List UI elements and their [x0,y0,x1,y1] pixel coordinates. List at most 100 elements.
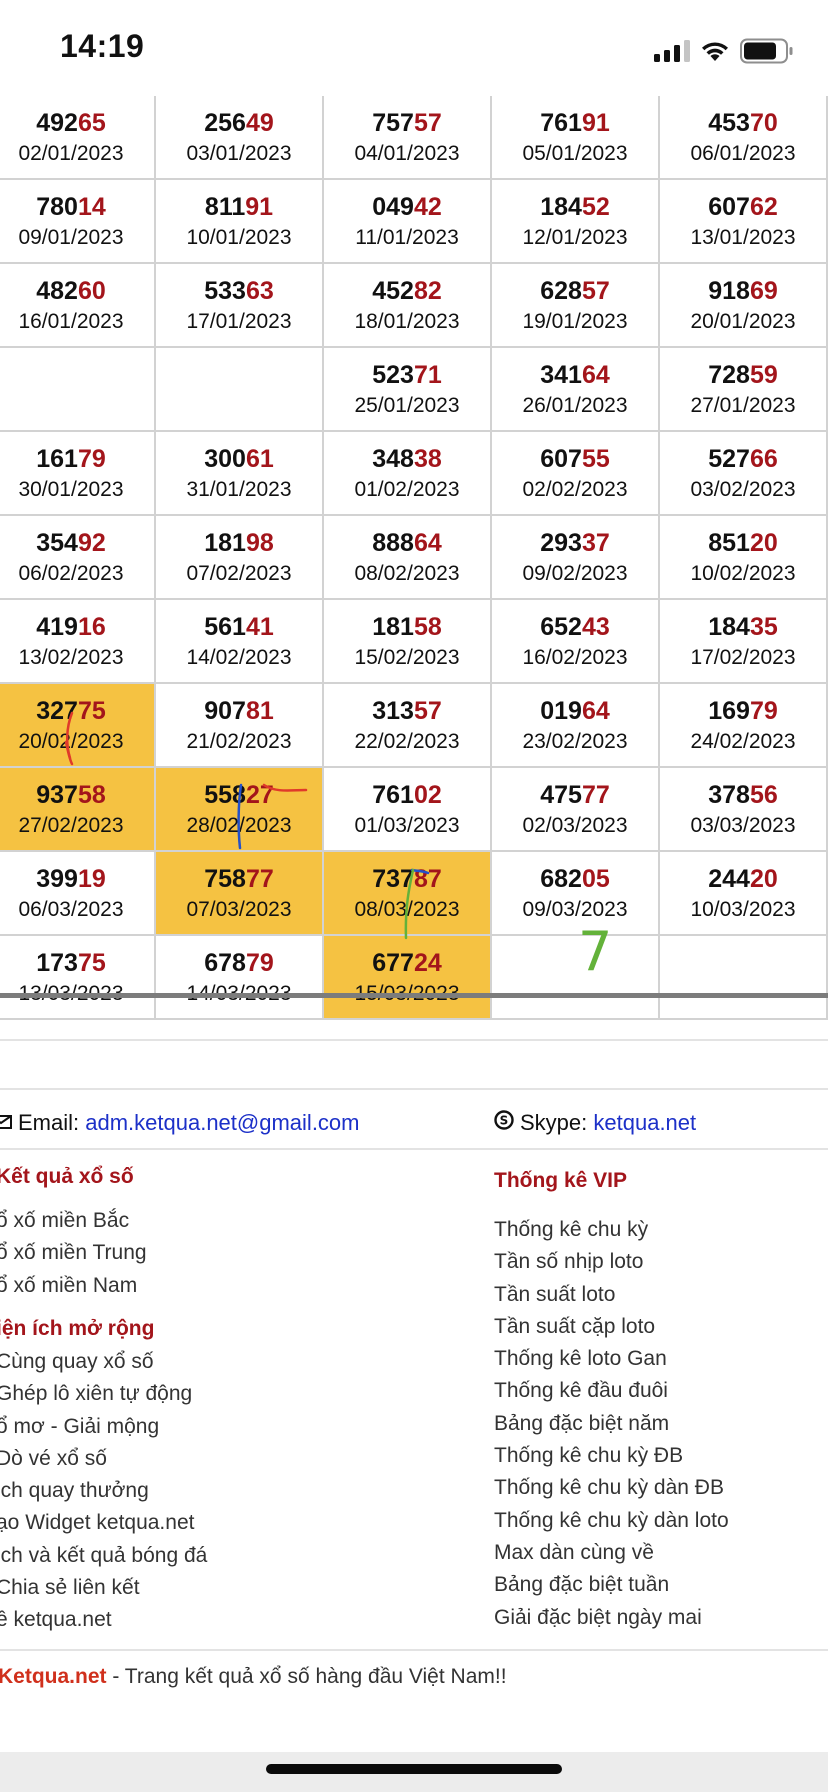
result-number-head: 851 [708,528,750,557]
result-cell: 56141 14/02/2023 [156,600,324,682]
result-number-head: 561 [204,612,246,641]
footer-link[interactable]: Thống kê chu kỳ dàn ĐB [494,1472,729,1504]
result-date: 19/01/2023 [522,309,628,333]
result-number: 52766 [708,444,778,474]
footer-link[interactable]: ổ xố miền Nam [0,1270,147,1302]
result-cell: 01964 23/02/2023 [492,684,660,766]
result-number: 60762 [708,192,778,222]
result-cell: 16179 30/01/2023 [0,432,156,514]
footer-link[interactable]: ổ xố miền Bắc [0,1205,147,1237]
result-number-tail: 05 [581,864,610,893]
footer-link[interactable]: Bảng đặc biệt tuần [494,1569,729,1601]
result-number-head: 780 [36,192,78,221]
result-cell: 18435 17/02/2023 [660,600,828,682]
result-cell: 34838 01/02/2023 [324,432,492,514]
result-number-tail: 35 [749,612,778,641]
result-number: 30061 [204,444,274,474]
result-number-head: 482 [36,276,78,305]
email-label: Email: [18,1110,80,1135]
footer-link[interactable]: ịch quay thưởng [0,1475,207,1507]
table-row: 93758 27/02/2023 55827 28/02/2023 76102 01/03… [0,768,828,852]
result-number-tail: 79 [749,696,778,725]
result-cell: 49265 02/01/2023 [0,96,156,178]
table-row: 52371 25/01/2023 34164 26/01/2023 72859 27/01… [0,348,828,432]
footer-link[interactable]: Max dàn cùng về [494,1537,729,1569]
result-number: 18435 [708,612,778,642]
result-number-tail: 58 [77,780,106,809]
result-number: 72859 [708,360,778,390]
result-date: 22/02/2023 [354,729,460,753]
footer-utility-links: Cùng quay xổ số Ghép lô xiên tự động ổ mơ … [0,1346,207,1637]
footer-link[interactable]: ịch và kết quả bóng đá [0,1540,207,1572]
result-number: 18198 [204,528,274,558]
results-table: 49265 02/01/2023 25649 03/01/2023 75757 04/01… [0,96,828,1020]
result-number-head: 327 [36,696,78,725]
result-cell: 88864 08/02/2023 [324,516,492,598]
skype-link[interactable]: ketqua.net [593,1110,696,1136]
result-cell: 60762 13/01/2023 [660,180,828,262]
footer-link[interactable]: ổ mơ - Giải mộng [0,1411,207,1443]
email-link[interactable]: adm.ketqua.net@gmail.com [85,1110,359,1136]
result-number-tail: 42 [413,192,442,221]
result-cell: 29337 09/02/2023 [492,516,660,598]
result-number-tail: 14 [77,192,106,221]
footer-link[interactable]: Tần suất loto [494,1279,729,1311]
footer-link[interactable]: Giải đặc biệt ngày mai [494,1602,729,1634]
footer-results-links: ổ xố miền Bắc ổ xố miền Trung ổ xố miền Na… [0,1205,147,1302]
result-cell: 31357 22/02/2023 [324,684,492,766]
result-number-head: 181 [204,528,246,557]
result-cell: 85120 10/02/2023 [660,516,828,598]
footer-link[interactable]: ề ketqua.net [0,1604,207,1636]
site-brand-link[interactable]: Ketqua.net [0,1665,107,1688]
footer-link[interactable]: Dò vé xổ số [0,1443,207,1475]
result-number-tail: 41 [245,612,274,641]
footer-link[interactable]: Ghép lô xiên tự động [0,1378,207,1410]
footer-link[interactable]: Tần suất cặp loto [494,1311,729,1343]
result-date: 23/02/2023 [522,729,628,753]
footer-link[interactable]: Thống kê chu kỳ dàn loto [494,1505,729,1537]
footer-link[interactable]: Thống kê chu kỳ [494,1214,729,1246]
result-cell [156,348,324,430]
result-number-head: 527 [708,444,750,473]
envelope-icon [0,1110,12,1136]
footer-link[interactable]: Tần số nhịp loto [494,1246,729,1278]
divider [0,1088,828,1090]
result-date: 02/03/2023 [522,813,628,837]
footer-heading-results: Kết quả xổ số [0,1165,134,1188]
footer-link[interactable]: Cùng quay xổ số [0,1346,207,1378]
home-indicator[interactable] [266,1764,562,1774]
result-cell-highlighted: 93758 27/02/2023 [0,768,156,850]
footer-link[interactable]: Bảng đặc biệt năm [494,1408,729,1440]
result-cell-highlighted: 55827 28/02/2023 [156,768,324,850]
result-number: 39919 [36,864,106,894]
result-number-head: 761 [540,108,582,137]
footer-link[interactable]: Thống kê loto Gan [494,1343,729,1375]
result-number-tail: 57 [581,276,610,305]
result-number-head: 758 [204,864,246,893]
result-date: 18/01/2023 [354,309,460,333]
result-cell: 62857 19/01/2023 [492,264,660,346]
result-number: 75877 [204,864,274,894]
result-date: 12/01/2023 [522,225,628,249]
result-number: 68205 [540,864,610,894]
result-number-head: 475 [540,780,582,809]
result-number-tail: 55 [581,444,610,473]
result-cell: 18158 15/02/2023 [324,600,492,682]
email-contact: Email: adm.ketqua.net@gmail.com [0,1106,360,1140]
footer-link[interactable]: Thống kê đầu đuôi [494,1375,729,1407]
result-number-tail: 98 [245,528,274,557]
result-cell: 72859 27/01/2023 [660,348,828,430]
result-date: 27/01/2023 [690,393,796,417]
result-number-head: 452 [372,276,414,305]
footer-link[interactable]: Chia sẻ liên kết [0,1572,207,1604]
result-number: 04942 [372,192,442,222]
result-number-tail: 63 [245,276,274,305]
result-number-head: 757 [372,108,414,137]
result-cell-highlighted: 73787 08/03/2023 [324,852,492,934]
footer-link[interactable]: Thống kê chu kỳ ĐB [494,1440,729,1472]
footer-link[interactable]: ạo Widget ketqua.net [0,1507,207,1539]
result-cell: 90781 21/02/2023 [156,684,324,766]
footer-link[interactable]: ổ xố miền Trung [0,1237,147,1269]
result-date: 03/01/2023 [186,141,292,165]
result-number-head: 181 [372,612,414,641]
